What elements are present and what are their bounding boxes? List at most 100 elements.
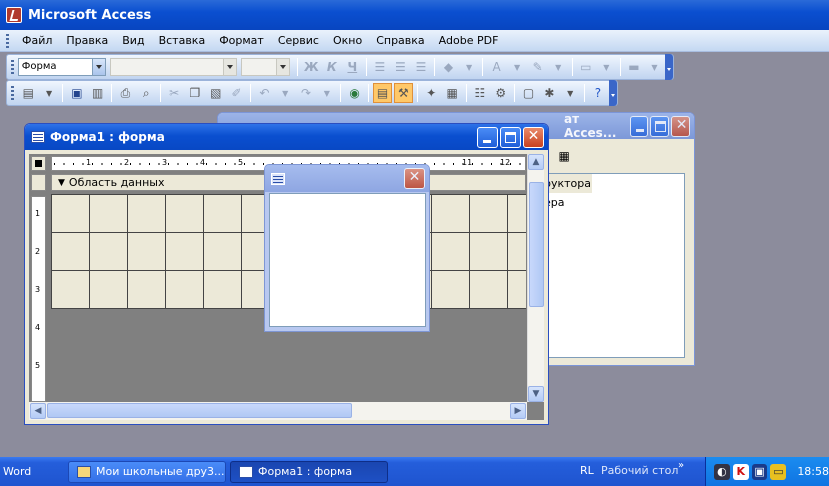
network-icon[interactable]: ▣ [751, 463, 768, 480]
builder-icon[interactable]: ⚙ [491, 83, 510, 103]
horizontal-scrollbar[interactable]: ◀ ▶ [29, 402, 527, 420]
toolbar-grip-icon[interactable] [11, 60, 14, 74]
scroll-down-icon[interactable]: ▼ [528, 386, 544, 402]
properties-icon[interactable]: ☷ [471, 83, 490, 103]
speaker-icon[interactable]: ◐ [714, 463, 730, 480]
menu-file[interactable]: Файл [15, 34, 59, 47]
paste-icon[interactable]: ▧ [206, 83, 225, 103]
align-center-icon[interactable]: ☰ [391, 57, 410, 77]
chevron-down-icon[interactable] [92, 59, 106, 75]
copy-icon[interactable]: ❐ [186, 83, 205, 103]
border-width-icon[interactable]: ▭ [577, 57, 596, 77]
scroll-up-icon[interactable]: ▲ [528, 154, 544, 170]
align-right-icon[interactable]: ☰ [412, 57, 431, 77]
new-object-icon[interactable]: ✱ [540, 83, 559, 103]
list-item[interactable]: руктора [542, 174, 592, 193]
section-selector[interactable] [31, 174, 46, 191]
toolbar-options-icon[interactable] [608, 80, 617, 106]
chevron-right-icon[interactable]: » [678, 460, 684, 471]
print-preview-icon[interactable]: ⌕ [137, 83, 156, 103]
toolbar-grip-icon[interactable] [11, 86, 14, 100]
field-list-body[interactable] [269, 193, 426, 327]
menu-grip-icon[interactable] [6, 33, 9, 48]
toolbox-icon[interactable]: ⚒ [393, 83, 413, 103]
close-button[interactable]: ✕ [523, 126, 544, 148]
clock[interactable]: 18:58 [797, 465, 829, 478]
menu-help[interactable]: Справка [369, 34, 431, 47]
chevron-down-icon[interactable]: ▼ [549, 57, 568, 77]
field-list-icon[interactable]: ▤ [373, 83, 392, 103]
help-icon[interactable]: ? [589, 83, 608, 103]
code-icon[interactable]: ▦ [443, 83, 462, 103]
database-object-list[interactable]: руктора ера [541, 173, 685, 358]
italic-button[interactable]: К [322, 57, 341, 77]
font-name-select[interactable] [110, 58, 238, 76]
details-view-icon[interactable]: ▦ [558, 149, 569, 163]
list-item[interactable]: ера [542, 193, 684, 212]
scroll-left-icon[interactable]: ◀ [30, 403, 46, 419]
print-icon[interactable]: ⎙ [116, 83, 135, 103]
chevron-down-icon[interactable] [275, 59, 289, 75]
align-left-icon[interactable]: ☰ [371, 57, 390, 77]
taskbar-button-form[interactable]: Форма1 : форма [230, 460, 388, 483]
special-effect-icon[interactable]: ▬ [625, 57, 644, 77]
field-list-titlebar[interactable]: ✕ [265, 165, 429, 192]
antivirus-icon[interactable]: K [732, 463, 749, 480]
chevron-down-icon[interactable]: ▼ [317, 83, 336, 103]
close-button[interactable]: ✕ [671, 115, 690, 137]
menu-view[interactable]: Вид [115, 34, 151, 47]
minimize-button[interactable] [629, 115, 649, 137]
redo-icon[interactable]: ↷ [297, 83, 316, 103]
language-indicator[interactable]: RL [580, 464, 594, 477]
menu-tools[interactable]: Сервис [271, 34, 326, 47]
underline-button[interactable]: Ч [343, 57, 362, 77]
chevron-down-icon[interactable]: ▼ [508, 57, 527, 77]
form-icon[interactable] [31, 131, 45, 143]
chevron-down-icon[interactable]: ▼ [597, 57, 616, 77]
taskbar-button-folder[interactable]: Мои школьные дру3... [68, 460, 226, 483]
autoformat-icon[interactable]: ✦ [422, 83, 441, 103]
folder-icon [77, 465, 91, 478]
menu-insert[interactable]: Вставка [152, 34, 213, 47]
fill-color-icon[interactable]: ◆ [439, 57, 458, 77]
font-size-select[interactable] [241, 58, 290, 76]
line-color-icon[interactable]: ✎ [528, 57, 547, 77]
menu-adobe-pdf[interactable]: Adobe PDF [432, 34, 506, 47]
toolbar-options-icon[interactable] [664, 54, 674, 80]
vertical-scrollbar[interactable]: ▲ ▼ [527, 154, 544, 402]
chevron-down-icon[interactable]: ▼ [561, 83, 580, 103]
hyperlink-icon[interactable]: ◉ [345, 83, 364, 103]
chevron-down-icon[interactable]: ▼ [460, 57, 479, 77]
chevron-down-icon[interactable]: ▼ [276, 83, 295, 103]
vertical-scroll-thumb[interactable] [529, 182, 544, 307]
form-selector[interactable] [31, 156, 46, 171]
font-color-button[interactable]: A [487, 57, 506, 77]
menu-edit[interactable]: Правка [59, 34, 115, 47]
horizontal-scroll-thumb[interactable] [47, 403, 352, 418]
view-icon[interactable]: ▤ [19, 83, 38, 103]
format-painter-icon[interactable]: ✐ [227, 83, 246, 103]
cut-icon[interactable]: ✂ [165, 83, 184, 103]
bold-button[interactable]: Ж [302, 57, 321, 77]
word-quicklaunch[interactable]: Word [0, 465, 68, 478]
maximize-button[interactable] [500, 126, 521, 148]
chevron-down-icon[interactable] [223, 59, 237, 75]
vertical-ruler[interactable]: 1 2 3 4 5 [31, 196, 46, 402]
scroll-right-icon[interactable]: ▶ [510, 403, 526, 419]
database-window-icon[interactable]: ▢ [519, 83, 538, 103]
object-select[interactable]: Форма [17, 58, 107, 76]
menu-format[interactable]: Формат [212, 34, 271, 47]
menu-window[interactable]: Окно [326, 34, 369, 47]
chevron-down-icon[interactable]: ▼ [40, 83, 59, 103]
close-button[interactable]: ✕ [404, 168, 425, 189]
keyboard-icon[interactable]: ▭ [770, 463, 787, 480]
file-search-icon[interactable]: ▥ [88, 83, 107, 103]
chevron-down-icon[interactable]: ▼ [645, 57, 664, 77]
minimize-button[interactable] [477, 126, 498, 148]
access-app-icon[interactable] [6, 7, 22, 23]
undo-icon[interactable]: ↶ [255, 83, 274, 103]
save-icon[interactable]: ▣ [67, 83, 86, 103]
maximize-button[interactable] [650, 115, 670, 137]
app-title: Microsoft Access [28, 7, 152, 23]
desktop-toolbar-label[interactable]: Рабочий стол [601, 464, 678, 477]
